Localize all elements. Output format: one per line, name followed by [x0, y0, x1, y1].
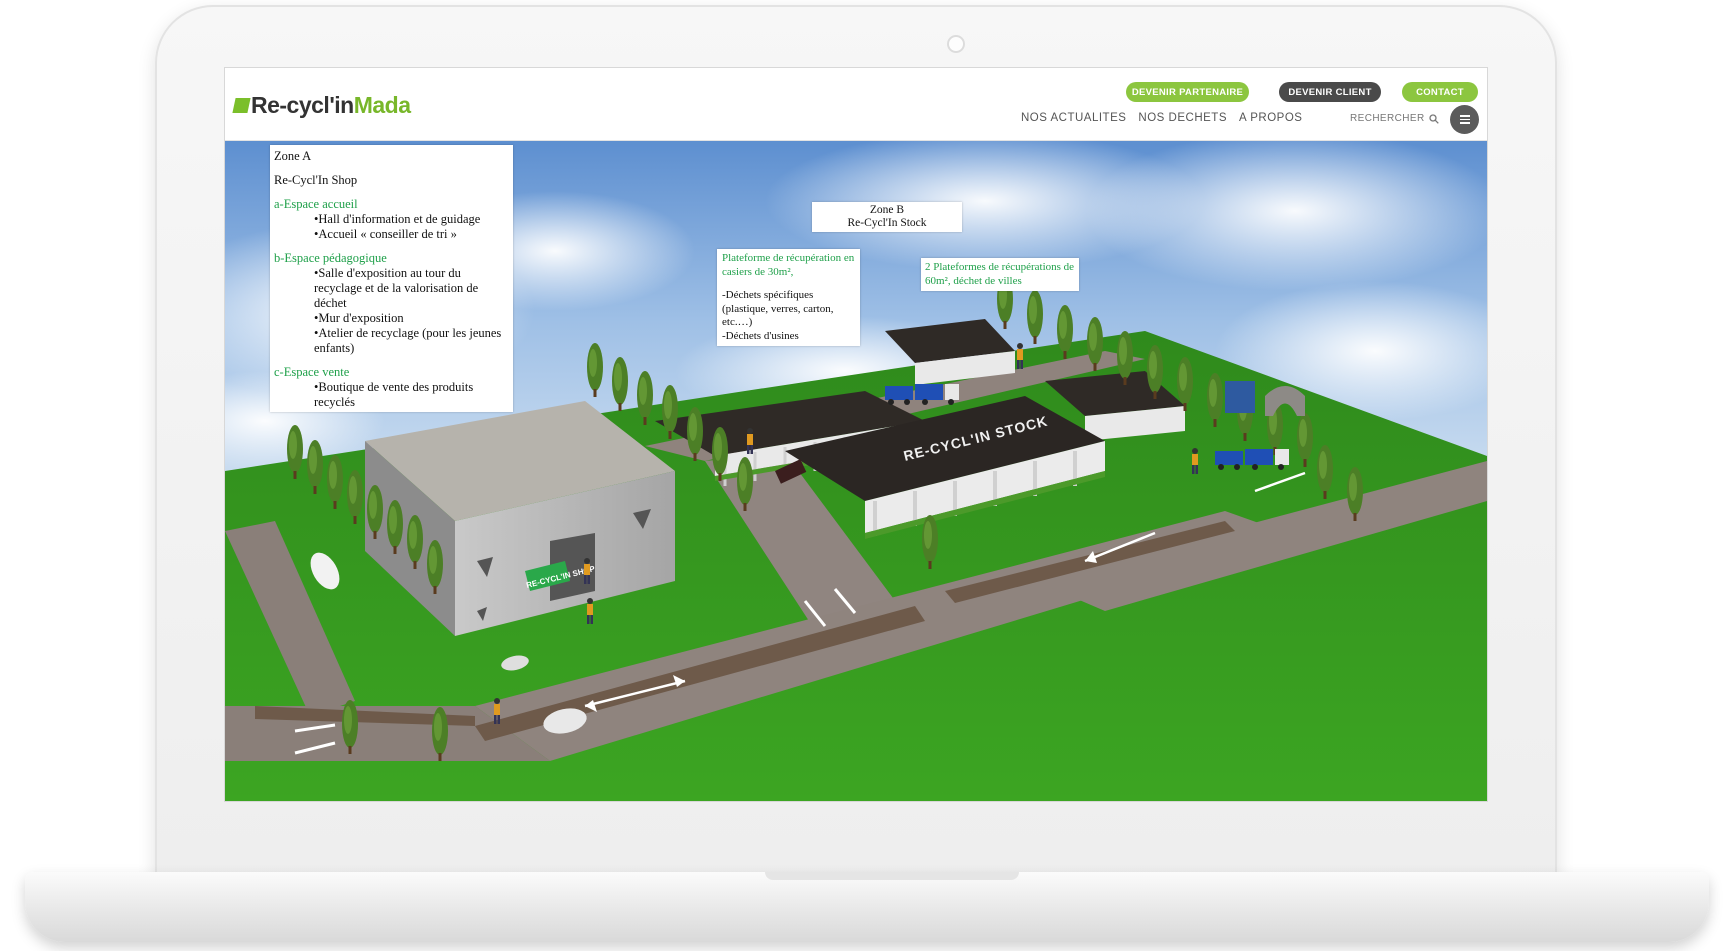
plateforme-1-line: -Déchets d'usines — [722, 329, 799, 342]
search-box[interactable]: RECHERCHER — [1350, 113, 1439, 124]
contact-button[interactable]: CONTACT — [1402, 82, 1478, 102]
section-item: •Atelier de recyclage (pour les jeunes e… — [314, 326, 502, 355]
nav-item-actualites[interactable]: NOS ACTUALITES — [1021, 112, 1126, 124]
hamburger-menu-icon[interactable] — [1450, 105, 1479, 134]
site-plan-illustration: RE-CYCL'IN STOCK RE-CYCL'IN SHOP Zone A … — [225, 131, 1487, 801]
plateforme-2-heading: 2 Plateformes de récupérations de 60m², … — [925, 261, 1075, 287]
zone-a-title: Zone A — [274, 149, 312, 163]
laptop-screen: Re-cycl'inMada DEVENIR PARTENAIRE DEVENI… — [225, 68, 1487, 801]
plateforme-2-annotation: 2 Plateformes de récupérations de 60m², … — [921, 258, 1079, 291]
plateforme-1-heading: Plateforme de récupération en casiers de… — [722, 252, 855, 278]
section-heading: b-Espace pédagogique — [274, 251, 387, 265]
devenir-client-button[interactable]: DEVENIR CLIENT — [1279, 82, 1381, 102]
plateforme-1-line: -Déchets spécifiques (plastique, verres,… — [722, 289, 834, 328]
section-item: •Boutique de vente des produits recyclés — [314, 380, 474, 409]
zone-a-annotation: Zone A Re-Cycl'In Shop a-Espace accueil … — [270, 145, 513, 412]
zone-b-annotation: Zone B Re-Cycl'In Stock — [812, 202, 962, 232]
nav-item-a-propos[interactable]: A PROPOS — [1239, 112, 1302, 124]
nav-item-dechets[interactable]: NOS DECHETS — [1138, 112, 1227, 124]
laptop-base — [25, 872, 1709, 942]
logo-text: Re-cycl'in — [251, 92, 354, 118]
webcam — [947, 35, 965, 53]
zone-a-subtitle: Re-Cycl'In Shop — [274, 173, 358, 187]
section-heading: a-Espace accueil — [274, 197, 358, 211]
section-heading: c-Espace vente — [274, 365, 350, 379]
section-item: •Mur d'exposition — [314, 311, 404, 325]
section-item: •Accueil « conseiller de tri » — [314, 227, 457, 241]
search-label: RECHERCHER — [1350, 113, 1425, 124]
site-logo[interactable]: Re-cycl'inMada — [232, 92, 411, 119]
devenir-partenaire-button[interactable]: DEVENIR PARTENAIRE — [1126, 82, 1249, 102]
section-item: •Hall d'information et de guidage — [314, 212, 481, 226]
zone-b-subtitle: Re-Cycl'In Stock — [847, 217, 927, 229]
laptop-notch — [765, 872, 1019, 880]
section-item: •Salle d'exposition au tour du recyclage… — [314, 266, 479, 310]
main-nav: NOS ACTUALITES NOS DECHETS A PROPOS — [1021, 112, 1302, 124]
logo-accent: Mada — [353, 92, 411, 118]
zone-b-title: Zone B — [869, 204, 905, 216]
leaf-logo-icon — [232, 98, 251, 113]
site-header: Re-cycl'inMada DEVENIR PARTENAIRE DEVENI… — [225, 68, 1487, 141]
plateforme-1-annotation: Plateforme de récupération en casiers de… — [717, 249, 860, 346]
search-icon — [1428, 113, 1439, 124]
